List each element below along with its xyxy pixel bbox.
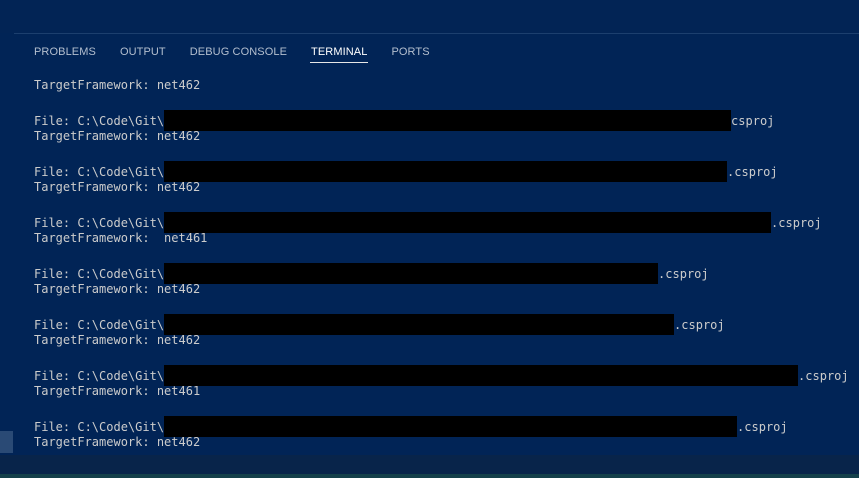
tab-problems[interactable]: PROBLEMS [22,38,108,66]
tab-terminal[interactable]: TERMINAL [299,38,379,66]
panel-tabs: PROBLEMS OUTPUT DEBUG CONSOLE TERMINAL P… [22,38,442,66]
terminal-line: File: C:\Code\Git\ csproj [34,110,775,131]
redacted-path [164,263,659,284]
file-suffix: .csproj [798,369,849,383]
terminal-line: File: C:\Code\Git\ .csproj [34,416,788,437]
terminal-line: TargetFramework: net461 [34,230,207,247]
file-suffix: .csproj [674,318,725,332]
terminal-line: File: C:\Code\Git\ .csproj [34,314,725,335]
tab-output[interactable]: OUTPUT [108,38,178,66]
terminal-output[interactable]: TargetFramework: net462 File: C:\Code\Gi… [34,77,854,455]
tab-debug-console[interactable]: DEBUG CONSOLE [178,38,299,66]
file-prefix: File: C:\Code\Git\ [34,114,165,128]
file-prefix: File: C:\Code\Git\ [34,420,165,434]
terminal-line: TargetFramework: net462 [34,179,200,196]
framework-text: TargetFramework: net462 [34,282,201,296]
file-suffix: .csproj [771,216,822,230]
file-prefix: File: C:\Code\Git\ [34,318,165,332]
terminal-line: TargetFramework: net462 [34,434,200,451]
framework-text: TargetFramework: net462 [34,129,201,143]
tab-ports[interactable]: PORTS [379,38,441,66]
terminal-line: TargetFramework: net461 [34,383,200,400]
framework-text: TargetFramework: net462 [34,180,201,194]
redacted-path [164,110,732,131]
framework-text: TargetFramework: net461 [34,384,201,398]
panel-divider [14,33,859,34]
file-prefix: File: C:\Code\Git\ [34,369,165,383]
file-suffix: .csproj [727,165,778,179]
redacted-path [164,416,738,437]
file-prefix: File: C:\Code\Git\ [34,267,165,281]
scroll-marker [0,431,13,453]
terminal-line: File: C:\Code\Git\ .csproj [34,212,822,233]
file-suffix: csproj [731,114,775,128]
terminal-line: TargetFramework: net462 [34,281,200,298]
terminal-line: TargetFramework: net462 [34,332,200,349]
redacted-path [164,161,728,182]
framework-text: TargetFramework: net462 [34,78,201,92]
file-prefix: File: C:\Code\Git\ [34,216,165,230]
status-bar-strip [0,474,859,478]
terminal-line: TargetFramework: net462 [34,77,200,94]
terminal-line: File: C:\Code\Git\ .csproj [34,263,709,284]
editor-area [0,0,859,33]
terminal-line: File: C:\Code\Git\ .csproj [34,365,849,386]
redacted-path [164,365,799,386]
framework-text: TargetFramework: net461 [34,231,208,245]
file-suffix: .csproj [658,267,709,281]
framework-text: TargetFramework: net462 [34,435,201,449]
file-suffix: .csproj [737,420,788,434]
redacted-path [164,314,675,335]
redacted-path [164,212,772,233]
terminal-line: File: C:\Code\Git\ .csproj [34,161,778,182]
framework-text: TargetFramework: net462 [34,333,201,347]
terminal-line: TargetFramework: net462 [34,128,200,145]
file-prefix: File: C:\Code\Git\ [34,165,165,179]
